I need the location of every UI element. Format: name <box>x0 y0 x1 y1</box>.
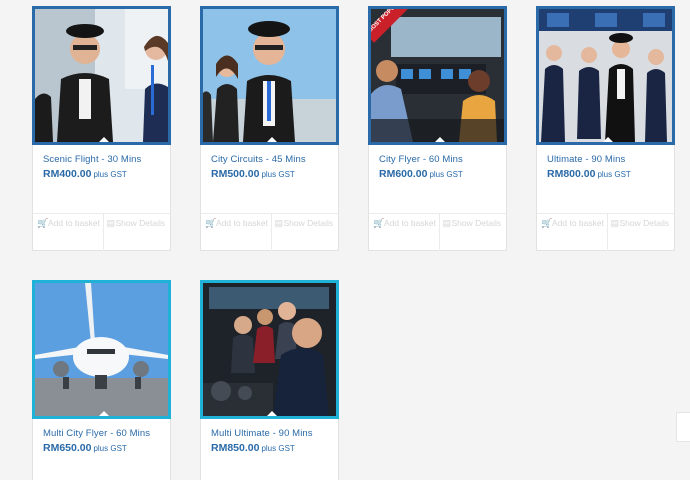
price-tax-note: plus GST <box>261 444 295 453</box>
price-amount: RM800.00 <box>547 168 596 180</box>
price-tax-note: plus GST <box>261 170 295 179</box>
add-to-basket-button[interactable]: 🛒 Add to basket <box>537 214 607 251</box>
show-details-button[interactable]: ▤ Show Details <box>606 214 675 251</box>
product-card[interactable]: Scenic Flight - 30 Mins RM400.00 plus GST… <box>32 6 171 251</box>
show-details-button[interactable]: ▤ Show Details <box>102 214 171 251</box>
document-icon: ▤ <box>274 218 284 228</box>
price-tax-note: plus GST <box>597 170 631 179</box>
product-title[interactable]: Multi Ultimate - 90 Mins <box>211 428 328 439</box>
product-price: RM600.00 plus GST <box>379 168 496 180</box>
add-to-basket-label: Add to basket <box>216 218 268 228</box>
card-actions: 🛒 Add to basket ▤ Show Details <box>537 213 674 251</box>
product-title[interactable]: City Circuits - 45 Mins <box>211 154 328 165</box>
cart-icon: 🛒 <box>205 218 217 228</box>
show-details-button[interactable]: ▤ Show Details <box>270 214 339 251</box>
cockpit-simulator-photo <box>371 9 504 142</box>
product-title[interactable]: Multi City Flyer - 60 Mins <box>43 428 160 439</box>
product-image[interactable] <box>32 6 171 145</box>
card-actions: 🛒 Add to basket ▤ Show Details <box>201 213 338 251</box>
airplane-photo <box>35 283 168 416</box>
show-details-label: Show Details <box>283 218 334 228</box>
product-price: RM800.00 plus GST <box>547 168 664 180</box>
card-actions: 🛒 Add to basket ▤ Show Details <box>33 213 170 251</box>
show-details-label: Show Details <box>451 218 502 228</box>
pointer-notch <box>602 137 614 142</box>
pointer-notch <box>266 411 278 416</box>
add-to-basket-button[interactable]: 🛒 Add to basket <box>33 214 103 251</box>
product-grid: Scenic Flight - 30 Mins RM400.00 plus GST… <box>0 0 690 480</box>
price-tax-note: plus GST <box>429 170 463 179</box>
add-to-basket-label: Add to basket <box>384 218 436 228</box>
product-title[interactable]: Ultimate - 90 Mins <box>547 154 664 165</box>
product-card[interactable]: Multi Ultimate - 90 Mins RM850.00 plus GS… <box>200 280 339 480</box>
product-image[interactable]: MOST POPULAR <box>368 6 507 145</box>
pilot-crew-photo <box>35 9 168 142</box>
pilot-crew-photo <box>203 9 336 142</box>
card-actions: 🛒 Add to basket ▤ Show Details <box>369 213 506 251</box>
price-tax-note: plus GST <box>93 444 127 453</box>
price-amount: RM600.00 <box>379 168 428 180</box>
crew-group-photo <box>539 9 672 142</box>
pointer-notch <box>434 137 446 142</box>
add-to-basket-button[interactable]: 🛒 Add to basket <box>201 214 271 251</box>
pointer-notch <box>266 137 278 142</box>
add-to-basket-label: Add to basket <box>48 218 100 228</box>
product-price: RM650.00 plus GST <box>43 442 160 454</box>
product-card[interactable]: Ultimate - 90 Mins RM800.00 plus GST 🛒 Add… <box>536 6 675 251</box>
product-price: RM500.00 plus GST <box>211 168 328 180</box>
show-details-label: Show Details <box>115 218 166 228</box>
product-card[interactable]: MOST POPULAR City Flyer - 60 Mins RM600.… <box>368 6 507 251</box>
price-amount: RM400.00 <box>43 168 92 180</box>
document-icon: ▤ <box>610 218 620 228</box>
scroll-to-top-tab[interactable] <box>676 412 690 442</box>
product-title[interactable]: City Flyer - 60 Mins <box>379 154 496 165</box>
show-details-label: Show Details <box>619 218 670 228</box>
product-image[interactable] <box>536 6 675 145</box>
product-image[interactable] <box>200 6 339 145</box>
product-card[interactable]: Multi City Flyer - 60 Mins RM650.00 plus … <box>32 280 171 480</box>
cart-icon: 🛒 <box>37 218 49 228</box>
price-amount: RM650.00 <box>43 442 92 454</box>
product-image[interactable] <box>32 280 171 419</box>
cockpit-group-photo <box>203 283 336 416</box>
add-to-basket-button[interactable]: 🛒 Add to basket <box>369 214 439 251</box>
product-card[interactable]: City Circuits - 45 Mins RM500.00 plus GST… <box>200 6 339 251</box>
cart-icon: 🛒 <box>373 218 385 228</box>
pointer-notch <box>98 411 110 416</box>
product-price: RM400.00 plus GST <box>43 168 160 180</box>
document-icon: ▤ <box>442 218 452 228</box>
document-icon: ▤ <box>106 218 116 228</box>
add-to-basket-label: Add to basket <box>552 218 604 228</box>
product-price: RM850.00 plus GST <box>211 442 328 454</box>
cart-icon: 🛒 <box>541 218 553 228</box>
product-image[interactable] <box>200 280 339 419</box>
price-amount: RM850.00 <box>211 442 260 454</box>
price-tax-note: plus GST <box>93 170 127 179</box>
price-amount: RM500.00 <box>211 168 260 180</box>
product-title[interactable]: Scenic Flight - 30 Mins <box>43 154 160 165</box>
pointer-notch <box>98 137 110 142</box>
show-details-button[interactable]: ▤ Show Details <box>438 214 507 251</box>
